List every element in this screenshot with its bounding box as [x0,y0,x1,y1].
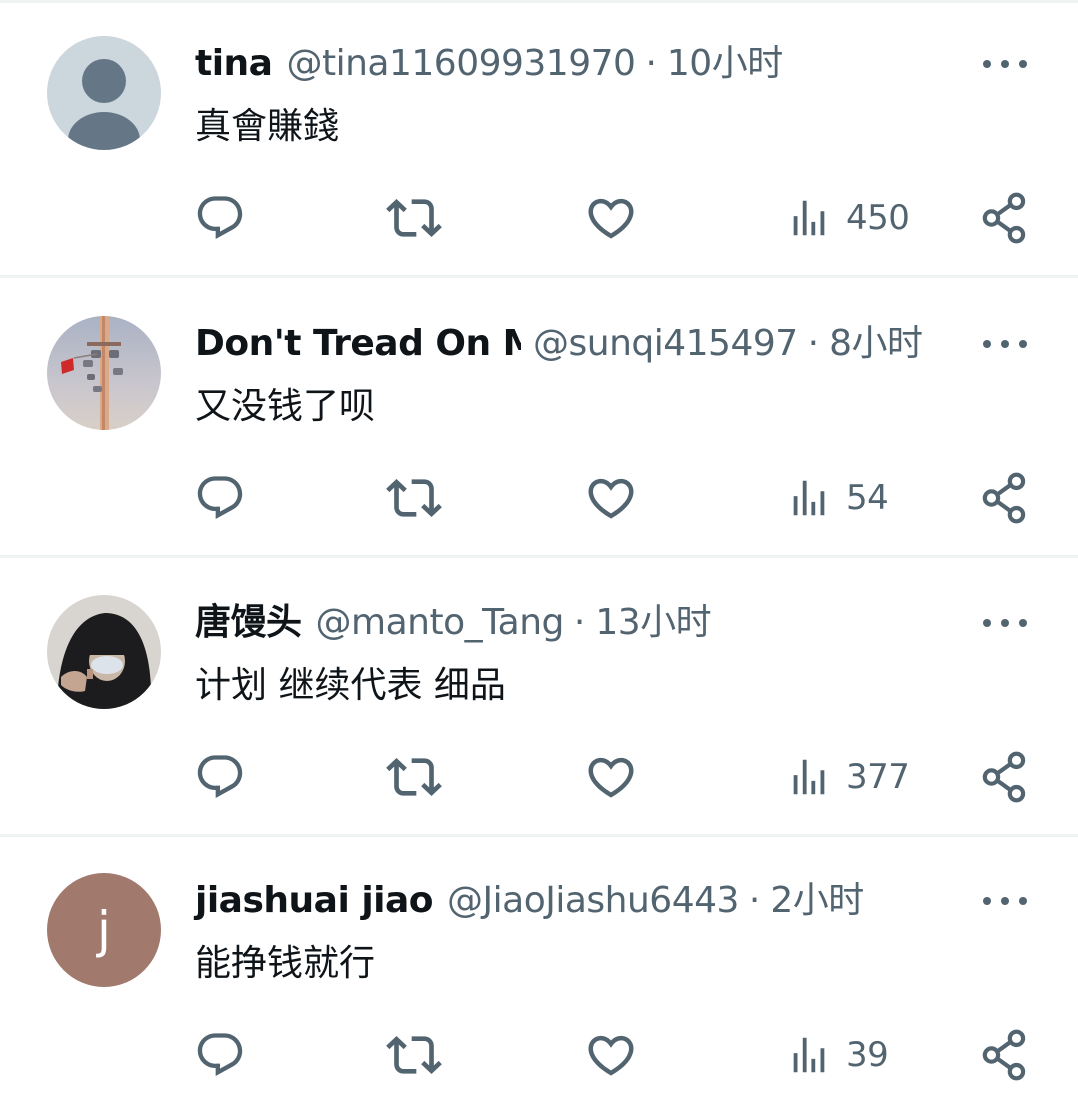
retweet-icon [386,199,442,237]
reply-text: 又没钱了呗 [195,386,376,427]
display-name[interactable]: jiashuai jiao [195,875,434,927]
avatar[interactable] [47,36,161,150]
heart-icon [588,1035,634,1076]
heart-icon [588,198,634,239]
views-count: 39 [846,1035,889,1075]
replies-feed: tina @tina11609931970 · 10小时 真會賺錢 450 Do… [0,0,1078,1106]
share-icon [982,1029,1026,1081]
retweet-button[interactable] [386,1027,442,1083]
user-handle[interactable]: @tina11609931970 [286,38,635,90]
share-button[interactable] [980,1027,1030,1083]
timestamp[interactable]: 13小时 [595,597,711,649]
like-button[interactable] [584,470,638,526]
avatar[interactable] [47,595,161,709]
timestamp[interactable]: 10小时 [667,38,783,90]
separator-dot: · [807,323,820,364]
display-name[interactable]: 唐馒头 [195,597,302,649]
reply-item-4[interactable]: j jiashuai jiao @JiaoJiashu6443 · 2小时 能挣… [0,837,1078,1115]
views-button[interactable]: 54 [786,470,889,526]
photo-avatar-hooded-person [47,595,161,709]
retweet-button[interactable] [386,749,442,805]
reply-divider [0,555,1078,558]
reply-header: jiashuai jiao @JiaoJiashu6443 · 2小时 [195,875,975,927]
reply-header: 唐馒头 @manto_Tang · 13小时 [195,597,975,649]
retweet-button[interactable] [386,470,442,526]
reply-text: 能挣钱就行 [195,943,376,984]
views-button[interactable]: 39 [786,1027,889,1083]
views-count: 54 [846,478,889,518]
avatar[interactable]: j [47,873,161,987]
more-dots-icon[interactable] [983,330,1027,358]
like-button[interactable] [584,190,638,246]
user-handle[interactable]: @manto_Tang [316,597,565,649]
reply-header: Don't Tread On Me @sunqi415497 · 8小时 [195,318,975,370]
reply-bubble-icon [197,1033,243,1077]
reply-button[interactable] [194,1027,246,1083]
avatar-letter: j [97,901,111,959]
separator-dot: · [748,880,761,921]
user-handle[interactable]: @sunqi415497 [533,318,798,370]
reply-item-2[interactable]: Don't Tread On Me @sunqi415497 · 8小时 又没钱… [0,280,1078,558]
retweet-icon [386,758,442,796]
reply-divider [0,275,1078,278]
like-button[interactable] [584,1027,638,1083]
separator-dot: · [573,602,586,643]
views-count: 377 [846,757,910,797]
user-handle[interactable]: @JiaoJiashu6443 [447,875,739,927]
more-dots-icon[interactable] [983,50,1027,78]
retweet-button[interactable] [386,190,442,246]
timestamp[interactable]: 8小时 [829,318,923,370]
reply-item-1[interactable]: tina @tina11609931970 · 10小时 真會賺錢 450 [0,0,1078,278]
views-bar-chart-icon [793,759,825,795]
share-icon [982,472,1026,524]
views-button[interactable]: 450 [786,190,910,246]
share-button[interactable] [980,470,1030,526]
reply-text: 计划 继续代表 细品 [195,665,506,706]
avatar[interactable] [47,316,161,430]
views-bar-chart-icon [793,1037,825,1073]
heart-icon [588,757,634,798]
share-button[interactable] [980,190,1030,246]
display-name[interactable]: tina [195,38,273,90]
heart-icon [588,478,634,519]
reply-bubble-icon [197,476,243,520]
views-bar-chart-icon [793,480,825,516]
separator-dot: · [645,43,657,84]
like-button[interactable] [584,749,638,805]
reply-text: 真會賺錢 [195,106,340,147]
reply-bubble-icon [197,196,243,240]
share-button[interactable] [980,749,1030,805]
views-button[interactable]: 377 [786,749,910,805]
retweet-icon [386,1036,442,1074]
display-name[interactable]: Don't Tread On Me [195,318,521,370]
share-icon [982,192,1026,244]
default-avatar-icon [47,36,161,150]
reply-button[interactable] [194,749,246,805]
views-bar-chart-icon [793,200,825,236]
retweet-icon [386,479,442,517]
reply-bubble-icon [197,755,243,799]
reply-item-3[interactable]: 唐馒头 @manto_Tang · 13小时 计划 继续代表 细品 377 [0,559,1078,837]
photo-avatar-lamp-post [47,316,161,430]
reply-header: tina @tina11609931970 · 10小时 [195,38,975,90]
more-dots-icon[interactable] [983,609,1027,637]
reply-button[interactable] [194,190,246,246]
share-icon [982,751,1026,803]
views-count: 450 [846,198,910,238]
timestamp[interactable]: 2小时 [770,875,864,927]
reply-button[interactable] [194,470,246,526]
more-dots-icon[interactable] [983,887,1027,915]
